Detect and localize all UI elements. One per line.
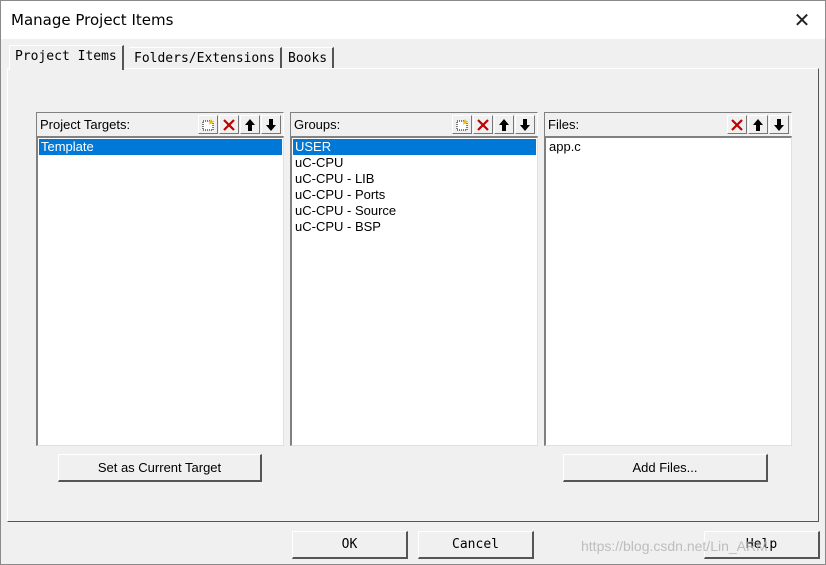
list-item[interactable]: uC-CPU - BSP [293,219,536,235]
list-item[interactable]: USER [293,139,536,155]
groups-pane: Groups: USER uC-CPU uC-CPU - LIB uC-CPU … [290,112,538,446]
title-bar: Manage Project Items ✕ [1,1,825,39]
dialog-title: Manage Project Items [11,11,174,29]
ok-button[interactable]: OK [292,531,408,559]
pane-header: Groups: [290,112,538,136]
delete-icon[interactable] [219,115,239,134]
cancel-button[interactable]: Cancel [418,531,534,559]
list-item[interactable]: uC-CPU [293,155,536,171]
move-up-icon[interactable] [494,115,514,134]
groups-label: Groups: [294,117,341,132]
pane-toolbar [198,115,281,134]
add-files-button[interactable]: Add Files... [563,454,768,482]
project-targets-pane: Project Targets: Template [36,112,284,446]
list-item[interactable]: Template [39,139,282,155]
manage-project-items-dialog: Manage Project Items ✕ Project Items Fol… [0,0,826,565]
files-list[interactable]: app.c [544,136,792,446]
delete-icon[interactable] [727,115,747,134]
move-up-icon[interactable] [240,115,260,134]
move-down-icon[interactable] [515,115,535,134]
list-item[interactable]: uC-CPU - LIB [293,171,536,187]
pane-toolbar [727,115,789,134]
list-item[interactable]: app.c [547,139,790,155]
set-current-target-button[interactable]: Set as Current Target [58,454,262,482]
tab-books[interactable]: Books [283,47,335,69]
project-targets-list[interactable]: Template [36,136,284,446]
new-item-icon[interactable] [452,115,472,134]
pane-header: Project Targets: [36,112,284,136]
tab-project-items[interactable]: Project Items [9,45,124,70]
files-label: Files: [548,117,580,132]
close-icon[interactable]: ✕ [779,1,825,39]
move-down-icon[interactable] [261,115,281,134]
list-item[interactable]: uC-CPU - Source [293,203,536,219]
project-targets-label: Project Targets: [40,117,131,132]
pane-toolbar [452,115,535,134]
delete-icon[interactable] [473,115,493,134]
pane-header: Files: [544,112,792,136]
move-down-icon[interactable] [769,115,789,134]
new-item-icon[interactable] [198,115,218,134]
help-button[interactable]: Help [704,531,820,559]
move-up-icon[interactable] [748,115,768,134]
groups-list[interactable]: USER uC-CPU uC-CPU - LIB uC-CPU - Ports … [290,136,538,446]
list-item[interactable]: uC-CPU - Ports [293,187,536,203]
tab-folders-extensions[interactable]: Folders/Extensions [129,47,282,69]
files-pane: Files: app.c [544,112,792,446]
